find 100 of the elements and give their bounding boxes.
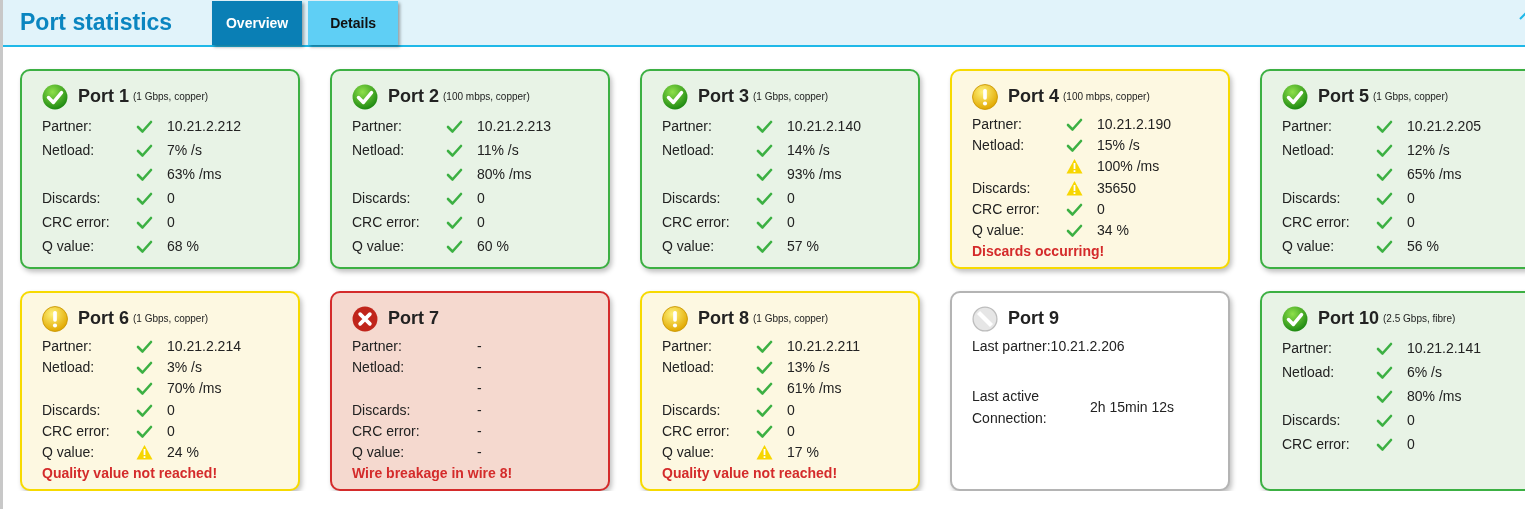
stat-value: 6% /s bbox=[1407, 362, 1442, 382]
stat-label: Netload: bbox=[42, 141, 95, 158]
stat-value: 0 bbox=[1097, 199, 1105, 219]
stat-label: Discards: bbox=[42, 189, 101, 206]
stat-label: CRC error: bbox=[662, 422, 730, 439]
stat-label: Netload: bbox=[972, 137, 1025, 154]
check-circle-icon bbox=[662, 83, 688, 110]
stat-label: Netload: bbox=[352, 359, 405, 376]
warning-circle-icon bbox=[972, 83, 998, 110]
stat-value: 10.21.2.190 bbox=[1097, 115, 1171, 135]
stat-label: Q value: bbox=[662, 444, 715, 461]
stat-value: 10.21.2.206 bbox=[1050, 337, 1125, 356]
stat-label: Discards: bbox=[352, 189, 411, 206]
stat-label: Last partner: bbox=[972, 337, 1051, 356]
port-speed: (2.5 Gbps, fibre) bbox=[1383, 312, 1456, 326]
stat-value: 56 % bbox=[1407, 236, 1439, 256]
stat-value: 0 bbox=[167, 212, 175, 232]
stat-value: 10.21.2.214 bbox=[167, 337, 241, 357]
stat-label: CRC error: bbox=[1282, 213, 1350, 230]
stat-value: - bbox=[477, 379, 482, 399]
stat-value: 93% /ms bbox=[787, 164, 842, 184]
port-speed: (1 Gbps, copper) bbox=[753, 90, 829, 104]
port-speed: (1 Gbps, copper) bbox=[133, 90, 209, 104]
stat-label: CRC error: bbox=[42, 213, 110, 230]
stat-label: Discards: bbox=[972, 179, 1031, 196]
check-circle-icon bbox=[352, 83, 378, 110]
stat-label: CRC error: bbox=[352, 422, 420, 439]
stat-value: 0 bbox=[787, 188, 795, 208]
stat-value: - bbox=[477, 337, 482, 357]
stat-label: Partner: bbox=[42, 117, 92, 134]
stat-label: Partner: bbox=[662, 338, 712, 355]
stat-value: 35650 bbox=[1097, 178, 1136, 198]
stat-value: 0 bbox=[787, 212, 795, 232]
stat-value: 10.21.2.213 bbox=[477, 116, 551, 136]
warning-circle-icon bbox=[42, 305, 68, 332]
stat-label: Discards: bbox=[352, 401, 411, 418]
stat-label: CRC error: bbox=[1282, 435, 1350, 452]
port-title: Port 1 bbox=[78, 85, 129, 108]
stat-value: 57 % bbox=[787, 236, 819, 256]
warning-message: Quality value not reached! bbox=[662, 464, 839, 484]
stat-label: Discards: bbox=[1282, 411, 1341, 428]
stat-value: 0 bbox=[167, 400, 175, 420]
stat-value: 0 bbox=[787, 421, 795, 441]
tab[interactable]: Overview bbox=[212, 1, 303, 45]
port-speed: (1 Gbps, copper) bbox=[1373, 90, 1449, 104]
stat-value: 65% /ms bbox=[1407, 164, 1462, 184]
stat-value: 10.21.2.205 bbox=[1407, 116, 1481, 136]
stat-value: 13% /s bbox=[787, 358, 830, 378]
port-speed: (100 mbps, copper) bbox=[1063, 90, 1150, 104]
check-circle-icon bbox=[1282, 305, 1308, 332]
stat-value: 0 bbox=[1407, 212, 1415, 232]
stat-label: Q value: bbox=[42, 444, 95, 461]
stat-value: 14% /s bbox=[787, 140, 830, 160]
stat-value: - bbox=[477, 421, 482, 441]
stat-label: Q value: bbox=[352, 444, 405, 461]
stat-value: 10.21.2.212 bbox=[167, 116, 241, 136]
port-title: Port 5 bbox=[1318, 85, 1369, 108]
port-title: Port 4 bbox=[1008, 85, 1059, 108]
warning-circle-icon bbox=[662, 305, 688, 332]
warning-message: Wire breakage in wire 8! bbox=[352, 464, 514, 484]
stat-label: Last active Connection: bbox=[972, 387, 1048, 429]
port-speed: (1 Gbps, copper) bbox=[133, 312, 209, 326]
stat-value: 68 % bbox=[167, 236, 199, 256]
stat-value: 100% /ms bbox=[1097, 157, 1160, 177]
stat-label: Partner: bbox=[352, 117, 402, 134]
stat-label: CRC error: bbox=[662, 213, 730, 230]
stat-label: CRC error: bbox=[352, 213, 420, 230]
stat-value: 80% /ms bbox=[1407, 386, 1462, 406]
stat-value: 17 % bbox=[787, 443, 819, 463]
stat-value: 3% /s bbox=[167, 358, 202, 378]
error-circle-icon bbox=[352, 305, 378, 332]
stat-value: 15% /s bbox=[1097, 136, 1140, 156]
warning-message: Discards occurring! bbox=[972, 242, 1106, 262]
stat-value: 24 % bbox=[167, 443, 199, 463]
page-title: Port statistics bbox=[20, 11, 173, 34]
stat-label: Q value: bbox=[1282, 237, 1335, 254]
stat-value: 0 bbox=[167, 188, 175, 208]
stat-label: Discards: bbox=[42, 401, 101, 418]
stat-label: Netload: bbox=[662, 359, 715, 376]
port-title: Port 9 bbox=[1008, 307, 1059, 330]
port-title: Port 2 bbox=[388, 85, 439, 108]
stat-label: Discards: bbox=[662, 189, 721, 206]
stat-value: 63% /ms bbox=[167, 164, 222, 184]
stat-value: 0 bbox=[477, 212, 485, 232]
stat-label: Netload: bbox=[1282, 363, 1335, 380]
stat-value: 0 bbox=[1407, 410, 1415, 430]
stat-value: 80% /ms bbox=[477, 164, 532, 184]
stat-label: CRC error: bbox=[42, 422, 110, 439]
warning-message: Quality value not reached! bbox=[42, 464, 219, 484]
port-speed: (100 mbps, copper) bbox=[443, 90, 530, 104]
stat-value: 0 bbox=[167, 421, 175, 441]
stat-value: - bbox=[477, 358, 482, 378]
port-speed: (1 Gbps, copper) bbox=[753, 312, 829, 326]
stat-value: 0 bbox=[1407, 434, 1415, 454]
stat-label: Partner: bbox=[352, 338, 402, 355]
stat-label: Q value: bbox=[42, 237, 95, 254]
stat-label: Partner: bbox=[1282, 117, 1332, 134]
stat-label: Q value: bbox=[662, 237, 715, 254]
tab[interactable]: Details bbox=[308, 1, 399, 45]
stat-label: Netload: bbox=[352, 141, 405, 158]
